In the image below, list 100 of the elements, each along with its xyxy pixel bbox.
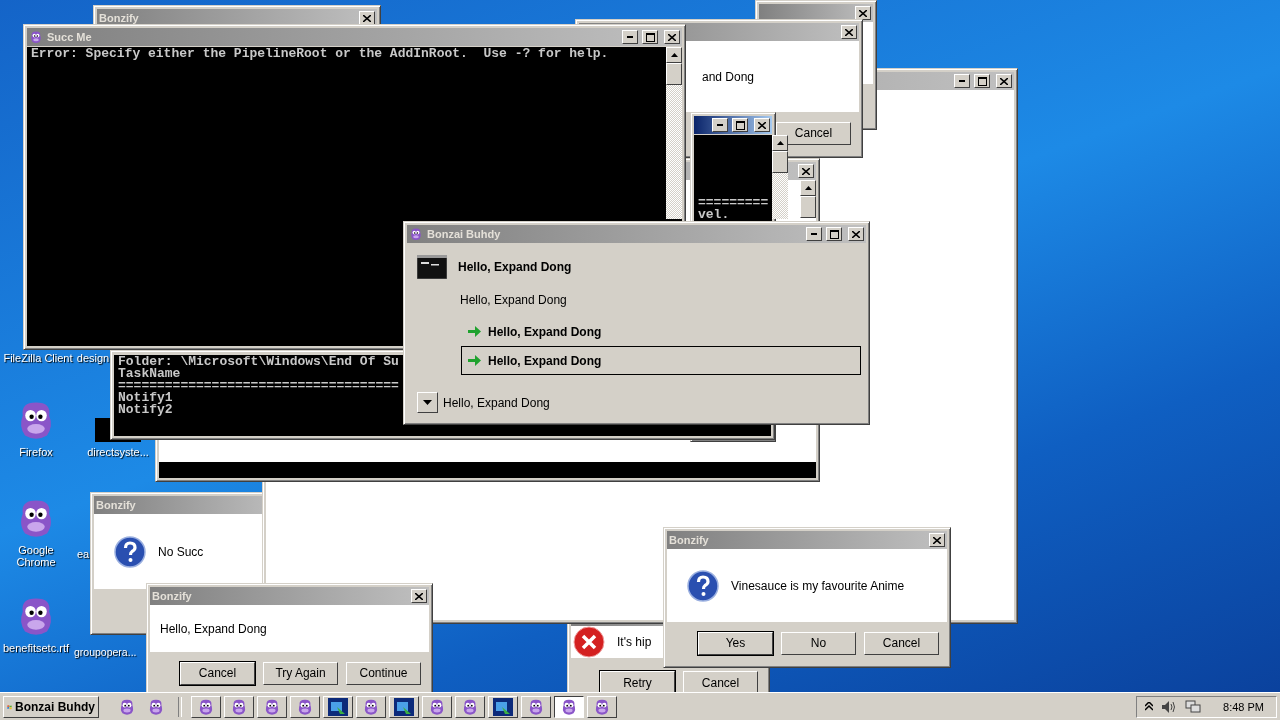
close-icon xyxy=(758,121,766,129)
program-window-icon xyxy=(328,697,348,716)
speaker-icon[interactable] xyxy=(1161,699,1178,714)
close-icon xyxy=(845,28,853,36)
console-line: Error: Specify either the PipelineRoot or the AddInRoot. Use -? for help. xyxy=(31,48,609,60)
scroll-up-button[interactable] xyxy=(666,47,682,63)
ape-icon xyxy=(230,697,248,716)
window-title: Bonzify xyxy=(669,534,709,546)
maximize-icon xyxy=(645,32,655,42)
ape-icon xyxy=(527,697,545,716)
minimize-button[interactable] xyxy=(806,227,822,241)
dialog-message: No Succ xyxy=(158,544,204,559)
command-link[interactable]: Hello, Expand Dong xyxy=(461,346,861,375)
dialog-button[interactable]: Try Again xyxy=(263,661,338,685)
desktop-icon-label[interactable]: FileZilla Client xyxy=(3,352,73,364)
ape-icon xyxy=(29,30,43,44)
up-arrow-icon xyxy=(804,186,812,190)
scroll-up-button[interactable] xyxy=(772,135,789,151)
maximize-button[interactable] xyxy=(732,118,748,132)
console-line: Notify1 xyxy=(118,392,173,404)
dialog-button[interactable]: Yes xyxy=(698,631,773,655)
close-button[interactable] xyxy=(929,533,945,547)
maximize-icon xyxy=(735,120,745,130)
maximize-icon xyxy=(829,229,839,239)
window-title: Bonzify xyxy=(152,590,192,602)
ape-icon xyxy=(560,697,578,716)
desktop-icon-label[interactable]: benefitsetc.rtf xyxy=(2,642,69,654)
program-window-icon xyxy=(394,697,414,716)
console-line: Folder: \Microsoft\Windows\End Of Su xyxy=(118,356,399,368)
scrollbar[interactable] xyxy=(666,47,682,219)
dialog-button[interactable]: Cancel xyxy=(864,631,939,655)
minimize-button[interactable] xyxy=(954,74,970,88)
close-button[interactable] xyxy=(359,11,375,25)
scrollbar[interactable] xyxy=(800,180,816,218)
command-prompt-icon xyxy=(417,255,447,279)
question-icon xyxy=(687,569,719,602)
close-icon xyxy=(668,33,676,41)
ape-icon xyxy=(461,697,479,716)
dialog-message: Hello, Expand Dong xyxy=(160,621,267,636)
close-button[interactable] xyxy=(411,589,427,603)
right-arrow-icon xyxy=(468,354,482,367)
dialog-message: Hello, Expand Dong xyxy=(460,293,568,307)
taskbar-button[interactable] xyxy=(554,695,584,718)
desktop-icon-label[interactable]: Firefox xyxy=(19,446,53,458)
ape-icon xyxy=(197,697,215,716)
dialog-button[interactable]: Cancel xyxy=(776,121,851,145)
maximize-button[interactable] xyxy=(974,74,990,88)
desktop-icon-label[interactable]: ea xyxy=(76,548,90,560)
chevron-up-icon[interactable] xyxy=(1145,702,1154,711)
desktop-icon-label[interactable]: groupopera... xyxy=(74,646,137,658)
ape-icon xyxy=(409,227,423,241)
close-button[interactable] xyxy=(996,74,1012,88)
console-line: ==================================== xyxy=(118,380,399,392)
dialog-button[interactable]: Cancel xyxy=(683,671,758,694)
maximize-button[interactable] xyxy=(642,30,658,44)
expander-label: Hello, Expand Dong xyxy=(443,395,550,410)
close-icon xyxy=(852,230,860,238)
window-title: Bonzify xyxy=(99,12,139,24)
scroll-thumb[interactable] xyxy=(666,63,682,85)
minimize-button[interactable] xyxy=(622,30,638,44)
question-icon xyxy=(114,535,146,568)
network-icon[interactable] xyxy=(1185,699,1202,714)
command-link[interactable]: Hello, Expand Dong xyxy=(461,317,861,346)
desktop-icon-label[interactable]: design xyxy=(76,352,110,364)
expand-button[interactable] xyxy=(417,392,438,413)
close-button[interactable] xyxy=(855,6,871,20)
dialog-button[interactable]: Continue xyxy=(346,661,421,685)
close-button[interactable] xyxy=(798,164,814,178)
window-title: Succ Me xyxy=(47,31,92,43)
start-button[interactable]: Bonzai Buhdy xyxy=(3,695,99,718)
scroll-up-button[interactable] xyxy=(800,180,816,196)
console-line: vel. xyxy=(698,209,730,221)
dialog-button[interactable]: No xyxy=(781,631,856,655)
minimize-icon xyxy=(717,124,723,126)
clock[interactable]: 8:48 PM xyxy=(1223,700,1264,713)
ape-icon xyxy=(147,697,165,716)
close-button[interactable] xyxy=(848,227,864,241)
close-icon xyxy=(1000,77,1008,85)
close-button[interactable] xyxy=(841,25,857,39)
close-icon xyxy=(802,167,810,175)
dialog-heading: Hello, Expand Dong xyxy=(458,260,572,274)
ape-icon xyxy=(428,697,446,716)
scroll-thumb[interactable] xyxy=(800,196,816,218)
minimize-button[interactable] xyxy=(712,118,728,132)
ape-icon xyxy=(118,697,136,716)
scrollbar[interactable] xyxy=(772,135,789,219)
up-arrow-icon xyxy=(670,53,678,57)
dialog-button[interactable]: Cancel xyxy=(180,661,255,685)
maximize-button[interactable] xyxy=(826,227,842,241)
scroll-thumb[interactable] xyxy=(772,151,789,173)
dialog-button[interactable]: Retry xyxy=(600,671,675,694)
dialog-message: Vinesauce is my favourite Anime xyxy=(731,578,905,593)
close-button[interactable] xyxy=(754,118,770,132)
close-icon xyxy=(859,9,867,17)
minimize-icon xyxy=(959,80,965,82)
dialog-message: and Dong xyxy=(702,69,755,84)
desktop-icon-label[interactable]: Google Chrome xyxy=(8,544,64,568)
close-button[interactable] xyxy=(664,30,680,44)
desktop-icon-label[interactable]: directsyste... xyxy=(87,446,149,458)
ape-icon xyxy=(362,697,380,716)
